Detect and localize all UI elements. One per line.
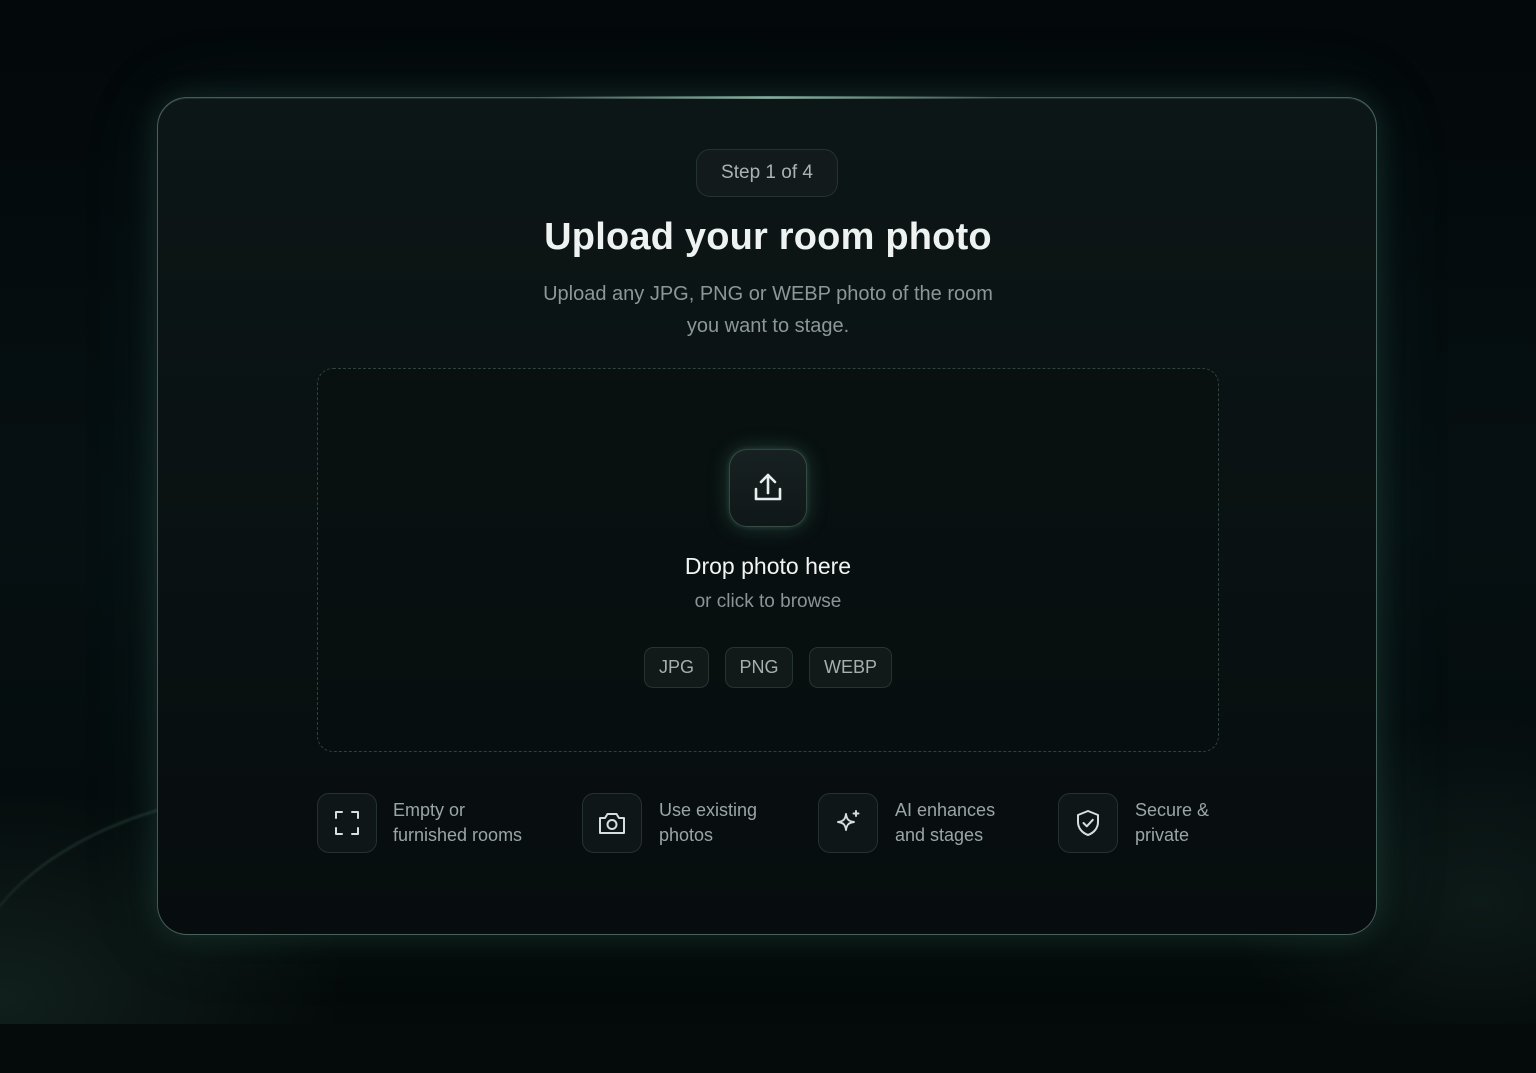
step-indicator: Step 1 of 4 xyxy=(696,149,838,197)
feature-photos-line-2: photos xyxy=(659,825,714,845)
sparkle-icon xyxy=(837,810,860,831)
upload-button[interactable] xyxy=(729,449,807,527)
feature-rooms-text: Empty or furnished rooms xyxy=(393,798,553,848)
page-subtitle: Upload any JPG, PNG or WEBP photo of the… xyxy=(468,278,1068,342)
dropzone-title: Drop photo here xyxy=(684,553,852,579)
frame-corners-icon xyxy=(335,811,359,835)
feature-secure-text: Secure & private xyxy=(1135,798,1295,848)
feature-ai-icon-box xyxy=(818,793,878,853)
feature-secure-line-1: Secure & xyxy=(1135,800,1210,820)
feature-secure-line-2: private xyxy=(1135,825,1190,845)
browse-link[interactable]: or click to browse xyxy=(568,591,968,613)
feature-rooms-line-1: Empty or xyxy=(393,800,466,820)
feature-rooms-icon-box xyxy=(317,793,377,853)
feature-photos-text: Use existing photos xyxy=(659,798,819,848)
shield-check-icon xyxy=(1077,810,1099,836)
feature-ai-line-1: AI enhances xyxy=(895,800,996,820)
feature-rooms-line-2: furnished rooms xyxy=(393,825,523,845)
feature-photos-line-1: Use existing xyxy=(659,800,758,820)
feature-ai-line-2: and stages xyxy=(895,825,984,845)
format-badge-webp: WEBP xyxy=(809,647,892,688)
format-badge-png: PNG xyxy=(725,647,793,688)
format-badge-jpg: JPG xyxy=(644,647,709,688)
subtitle-line-1: Upload any JPG, PNG or WEBP photo of the… xyxy=(543,283,993,305)
page-title: Upload your room photo xyxy=(544,216,992,258)
camera-icon xyxy=(599,813,625,834)
feature-secure-icon-box xyxy=(1058,793,1118,853)
feature-ai-text: AI enhances and stages xyxy=(895,798,1055,848)
subtitle-line-2: you want to stage. xyxy=(686,315,850,337)
feature-photos-icon-box xyxy=(582,793,642,853)
upload-icon xyxy=(754,473,782,501)
